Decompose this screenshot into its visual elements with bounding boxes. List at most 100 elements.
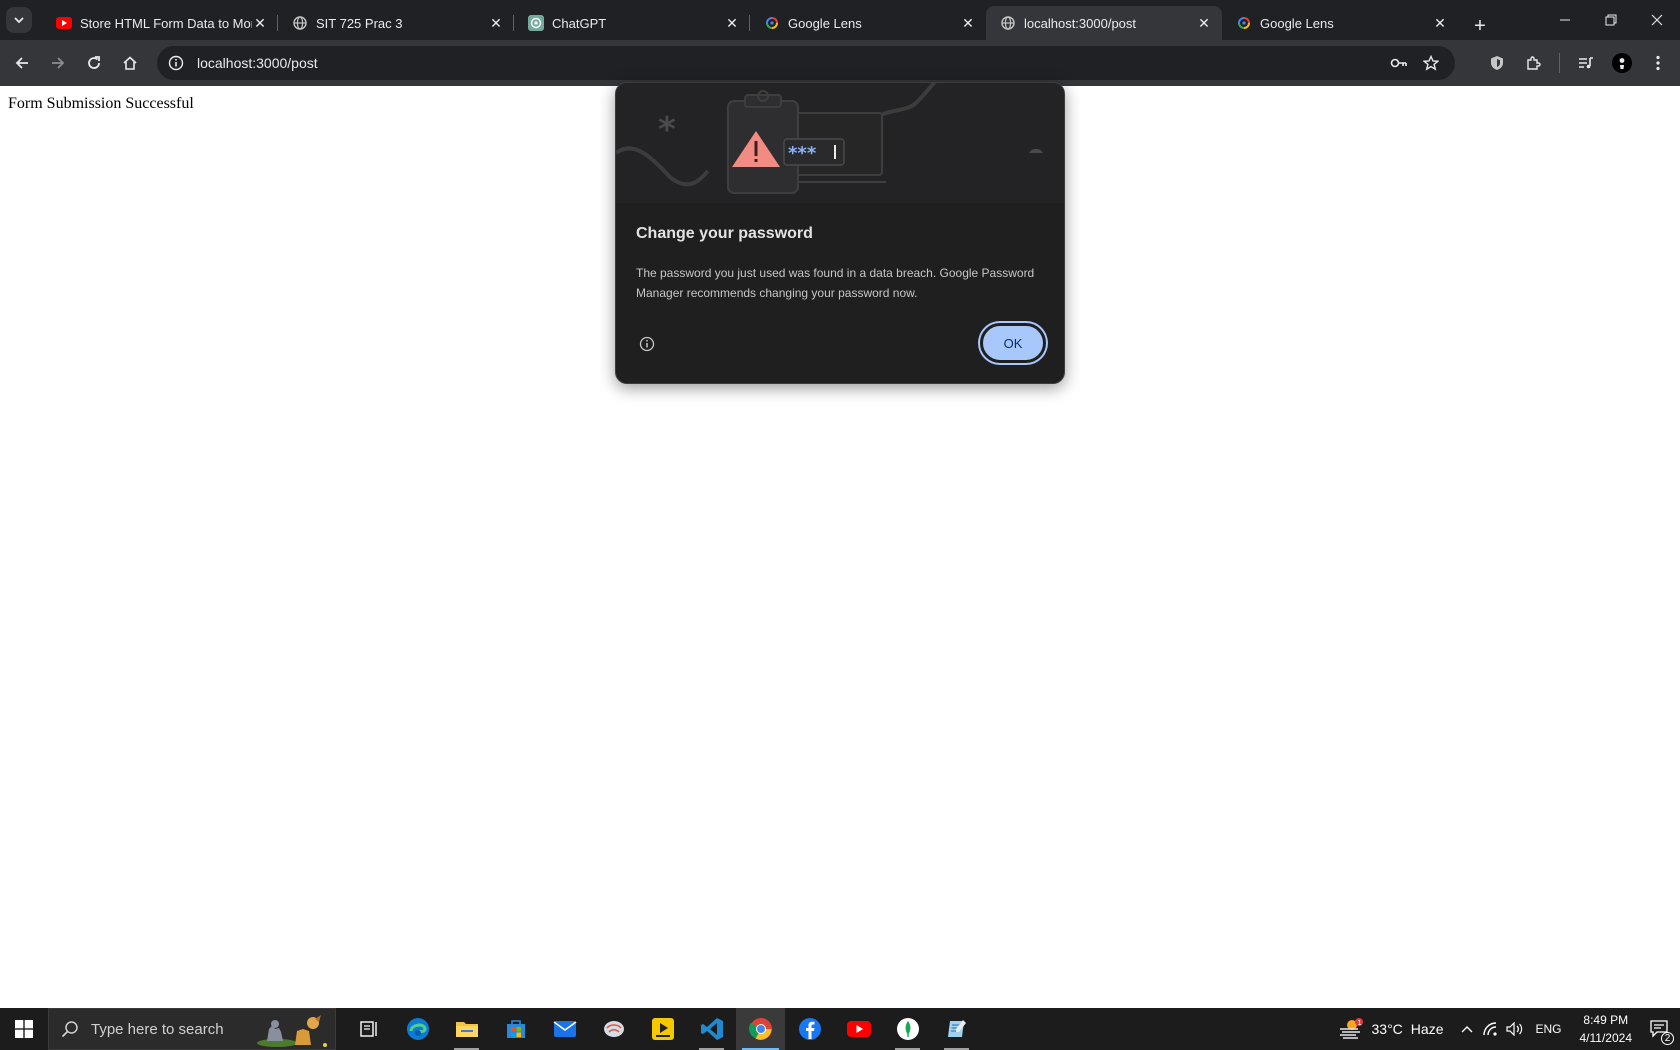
taskbar-store[interactable] [491,1008,540,1050]
tab-strip: Store HTML Form Data to MongoDB ✕ SIT 72… [0,0,1680,40]
volume-icon[interactable] [1503,1008,1527,1050]
close-icon[interactable]: ✕ [1196,15,1212,31]
weather-widget[interactable]: 1 33°C Haze [1338,1017,1444,1041]
forward-button[interactable] [40,45,76,81]
tab-sit725[interactable]: SIT 725 Prac 3 ✕ [277,6,514,40]
back-button[interactable] [4,45,40,81]
taskbar-vscode[interactable] [687,1008,736,1050]
media-queue-icon[interactable] [1568,45,1604,81]
close-icon[interactable]: ✕ [488,15,504,31]
profile-avatar[interactable] [1604,45,1640,81]
start-button[interactable] [0,1008,48,1050]
clock-time: 8:49 PM [1583,1013,1629,1027]
menu-kebab-icon[interactable] [1640,45,1676,81]
extensions-puzzle-icon[interactable] [1515,45,1551,81]
shield-extension-icon[interactable] [1479,45,1515,81]
tab-google-lens-2[interactable]: Google Lens ✕ [1222,6,1458,40]
tab-chatgpt[interactable]: ChatGPT ✕ [513,6,750,40]
taskbar-chrome[interactable] [736,1008,785,1050]
taskbar-mongodb[interactable] [883,1008,932,1050]
tab-title: ChatGPT [552,15,607,31]
globe-icon [1000,15,1016,31]
dialog-title: Change your password [636,225,813,242]
home-button[interactable] [112,45,148,81]
tab-youtube[interactable]: Store HTML Form Data to MongoDB ✕ [42,6,278,40]
search-highlight-animals-icon [257,1015,327,1047]
microsoft-store-icon [506,1020,525,1038]
close-window-button[interactable] [1634,0,1680,40]
task-view-button[interactable] [344,1008,393,1050]
reload-button[interactable] [76,45,112,81]
taskbar-youtube[interactable] [834,1008,883,1050]
network-icon[interactable] [1479,1008,1503,1050]
tab-title: SIT 725 Prac 3 [316,15,403,31]
notepad-icon [947,1020,966,1037]
tab-localhost[interactable]: localhost:3000/post ✕ [986,6,1222,40]
taskbar-notepad[interactable] [932,1008,981,1050]
chatgpt-icon [528,15,544,31]
haze-weather-icon: 1 [1339,1018,1363,1039]
minimize-icon [1560,19,1570,21]
password-breach-dialog: * *** Change your password The password … [615,82,1065,384]
tab-search-button[interactable] [6,7,32,33]
search-icon [61,1021,78,1038]
close-icon[interactable]: ✕ [960,15,976,31]
arrow-left-icon [15,57,28,69]
system-tray: 1 33°C Haze ENG 8:49 PM 4/11/2024 2 [1338,1008,1680,1050]
taskbar-player[interactable] [638,1008,687,1050]
taskbar-mail[interactable] [540,1008,589,1050]
tab-title: Google Lens [1260,15,1334,31]
site-info-icon[interactable] [165,52,187,74]
taskbar-edge[interactable] [393,1008,442,1050]
tab-google-lens-1[interactable]: Google Lens ✕ [749,6,986,40]
taskbar-app-brain[interactable] [589,1008,638,1050]
close-icon[interactable]: ✕ [1432,15,1448,31]
youtube-icon [846,1021,871,1037]
restore-icon [1605,14,1617,26]
taskbar-file-explorer[interactable] [442,1008,491,1050]
taskbar-facebook[interactable] [785,1008,834,1050]
info-icon[interactable] [639,336,657,354]
youtube-icon [56,15,72,31]
bookmark-star-icon[interactable] [1415,46,1447,80]
svg-text:*: * [658,110,676,150]
language-indicator[interactable]: ENG [1535,1022,1561,1036]
clock-date: 4/11/2024 [1579,1031,1633,1045]
ok-button[interactable]: OK [980,323,1046,363]
tab-title: localhost:3000/post [1024,15,1137,31]
taskbar: Type here to search 1 33°C Haze ENG 8:49… [0,1008,1680,1050]
reload-icon [88,56,100,69]
google-lens-icon [1236,15,1252,31]
media-player-icon [651,1018,674,1040]
mongodb-leaf-icon [896,1018,919,1040]
windows-logo-icon [15,1020,33,1038]
tab-title: Store HTML Form Data to MongoDB [80,15,252,31]
minimize-button[interactable] [1542,0,1588,40]
browser-window: Store HTML Form Data to MongoDB ✕ SIT 72… [0,0,1680,1008]
weather-badge: 1 [1357,1019,1361,1027]
dialog-body: The password you just used was found in … [636,266,1035,300]
google-lens-icon [764,15,780,31]
new-tab-button[interactable]: + [1466,12,1494,40]
task-view-icon [359,1021,377,1037]
notification-center-button[interactable]: 2 [1642,1008,1680,1050]
masked-password-text: *** [788,143,817,164]
close-icon[interactable]: ✕ [252,15,268,31]
password-key-icon[interactable] [1383,46,1415,80]
home-icon [123,56,137,70]
clock[interactable]: 8:49 PM 4/11/2024 [1580,1011,1633,1047]
tab-title: Google Lens [788,15,862,31]
url-text: localhost:3000/post [197,55,318,71]
vscode-icon [700,1018,723,1040]
close-icon [1651,14,1663,26]
close-icon[interactable]: ✕ [724,15,740,31]
folder-icon [455,1022,478,1037]
restore-button[interactable] [1588,0,1634,40]
address-bar[interactable]: localhost:3000/post [157,46,1455,80]
taskbar-search[interactable]: Type here to search [48,1008,336,1050]
weather-description: Haze [1410,1021,1444,1037]
show-hidden-icons-chevron-icon[interactable] [1455,1008,1479,1050]
chevron-down-icon [14,17,24,24]
chrome-icon [748,1018,772,1040]
browser-toolbar: localhost:3000/post [0,40,1680,86]
